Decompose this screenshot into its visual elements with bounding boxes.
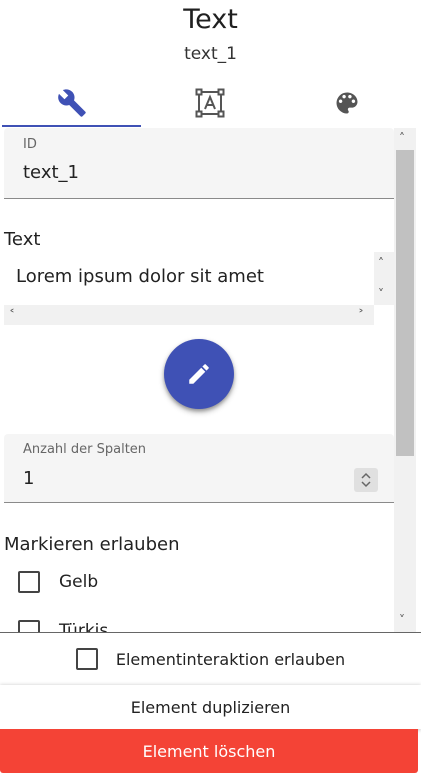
- highlight-option-turquoise[interactable]: Türkis: [18, 618, 108, 632]
- delete-element-button[interactable]: Element löschen: [0, 729, 418, 773]
- checkbox[interactable]: [18, 571, 40, 593]
- checkbox[interactable]: [18, 620, 40, 632]
- checkbox-label: Gelb: [59, 572, 99, 592]
- chevron-down-icon[interactable]: ˅: [378, 288, 384, 300]
- active-tab-indicator: [2, 125, 141, 127]
- action-footer: Elementinteraktion erlauben Element dupl…: [0, 632, 421, 776]
- columns-field[interactable]: Anzahl der Spalten 1: [4, 434, 394, 503]
- id-field[interactable]: ID text_1: [4, 128, 394, 199]
- chevron-down-icon[interactable]: ˅: [399, 614, 405, 626]
- chevron-left-icon[interactable]: ˂: [9, 309, 15, 321]
- checkbox-label: Türkis: [59, 621, 109, 632]
- checkbox[interactable]: [75, 648, 98, 670]
- panel-header: Text text_1: [0, 0, 421, 80]
- highlight-section-label: Markieren erlauben: [4, 534, 180, 555]
- tab-appearance[interactable]: [277, 78, 417, 128]
- tab-bar: [0, 78, 421, 128]
- tab-settings[interactable]: [2, 78, 142, 128]
- id-field-label: ID: [23, 137, 37, 152]
- page-subtitle: text_1: [184, 44, 237, 64]
- wrench-icon: [58, 89, 86, 117]
- textarea-vertical-scrollbar[interactable]: ˄ ˅: [374, 252, 394, 305]
- duplicate-element-button[interactable]: Element duplizieren: [0, 685, 421, 729]
- id-field-value: text_1: [23, 162, 79, 183]
- stepper-arrows-icon: [361, 472, 371, 488]
- text-content-value: Lorem ipsum dolor sit amet: [16, 266, 264, 287]
- columns-stepper[interactable]: [354, 468, 378, 492]
- text-content-textarea[interactable]: Lorem ipsum dolor sit amet ˄ ˅ ˂ ˃: [4, 252, 394, 325]
- text-section-label: Text: [4, 229, 41, 250]
- allow-interaction-label: Elementinteraktion erlauben: [115, 649, 346, 669]
- tab-text-frame[interactable]: [140, 78, 280, 128]
- chevron-right-icon[interactable]: ˃: [358, 309, 364, 321]
- textarea-horizontal-scrollbar[interactable]: ˂ ˃: [4, 305, 374, 325]
- settings-scroll-area: ID text_1 Text Lorem ipsum dolor sit ame…: [0, 128, 421, 632]
- text-frame-icon: [195, 88, 225, 118]
- page-title: Text: [183, 4, 238, 35]
- highlight-option-yellow[interactable]: Gelb: [18, 569, 98, 595]
- scrollbar-thumb[interactable]: [396, 150, 414, 456]
- columns-field-label: Anzahl der Spalten: [23, 442, 147, 457]
- edit-text-button[interactable]: [164, 339, 234, 409]
- chevron-up-icon[interactable]: ˄: [378, 257, 384, 269]
- vertical-scrollbar[interactable]: ˄ ˅: [394, 128, 416, 632]
- allow-interaction-toggle[interactable]: Elementinteraktion erlauben: [0, 633, 421, 685]
- chevron-up-icon[interactable]: ˄: [399, 132, 405, 144]
- palette-icon: [336, 92, 358, 114]
- pencil-icon: [189, 364, 209, 384]
- columns-field-value: 1: [23, 468, 35, 489]
